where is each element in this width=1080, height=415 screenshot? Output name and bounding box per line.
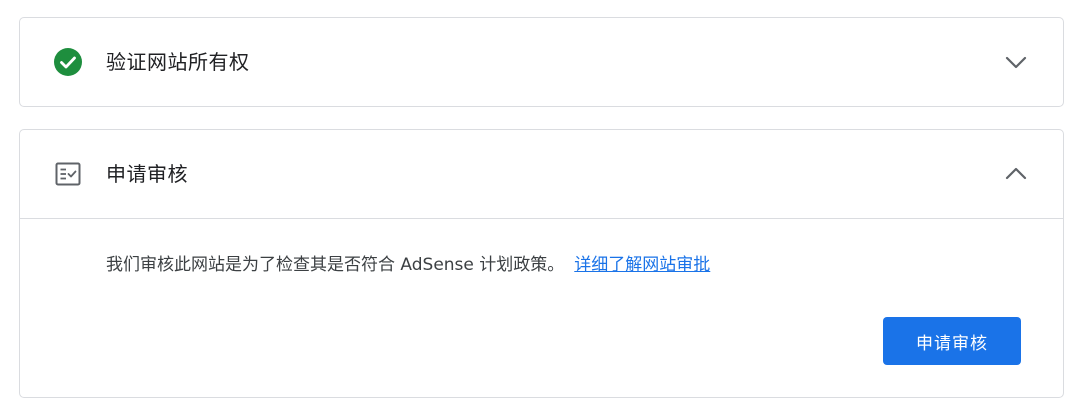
request-review-section: 申请审核 我们审核此网站是为了检查其是否符合 AdSense 计划政策。 详细了解… bbox=[19, 129, 1064, 398]
section-title: 验证网站所有权 bbox=[106, 50, 250, 74]
chevron-down-icon[interactable] bbox=[1003, 49, 1029, 75]
verify-ownership-header[interactable]: 验证网站所有权 bbox=[20, 18, 1063, 106]
request-review-button[interactable]: 申请审核 bbox=[883, 317, 1021, 365]
request-review-header[interactable]: 申请审核 bbox=[20, 130, 1063, 219]
description-text: 我们审核此网站是为了检查其是否符合 AdSense 计划政策。 bbox=[106, 255, 565, 275]
verify-ownership-section: 验证网站所有权 bbox=[19, 17, 1064, 107]
review-description: 我们审核此网站是为了检查其是否符合 AdSense 计划政策。 详细了解网站审批 bbox=[106, 252, 710, 278]
checklist-icon bbox=[55, 162, 81, 186]
check-circle-icon bbox=[54, 48, 82, 76]
chevron-up-icon[interactable] bbox=[1003, 161, 1029, 187]
learn-more-link[interactable]: 详细了解网站审批 bbox=[574, 255, 710, 275]
section-title: 申请审核 bbox=[106, 162, 188, 186]
